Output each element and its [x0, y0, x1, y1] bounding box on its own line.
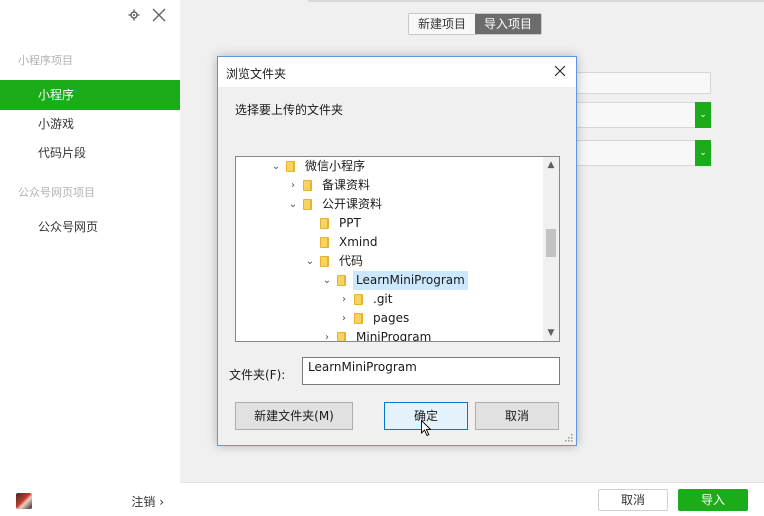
- tree-item[interactable]: ⌄ 微信小程序: [270, 157, 368, 176]
- tree-item[interactable]: › pages: [338, 309, 412, 328]
- close-icon[interactable]: [554, 65, 566, 77]
- folder-icon: [354, 294, 363, 305]
- folder-icon: [286, 161, 295, 172]
- tab-new-project[interactable]: 新建项目: [409, 14, 476, 34]
- chevron-right-icon[interactable]: ›: [338, 309, 350, 328]
- browse-folder-dialog: 浏览文件夹 选择要上传的文件夹 ⌄ 微信小程序 › 备课资料 ⌄ 公开课资料 PPT …: [217, 56, 577, 446]
- folder-tree[interactable]: ⌄ 微信小程序 › 备课资料 ⌄ 公开课资料 PPT Xmind ⌄ 代码 ⌄ Learn…: [235, 156, 560, 342]
- sidebar-item-minigame[interactable]: 小游戏: [0, 109, 180, 139]
- tree-item[interactable]: ⌄ 代码: [304, 252, 366, 271]
- scroll-down-arrow-icon[interactable]: ▼: [543, 325, 559, 341]
- sidebar-item-miniprogram[interactable]: 小程序: [0, 80, 180, 110]
- scroll-up-arrow-icon[interactable]: ▲: [543, 157, 559, 173]
- dialog-titlebar: 浏览文件夹: [218, 57, 576, 87]
- folder-name-field[interactable]: LearnMiniProgram: [302, 357, 560, 385]
- dialog-title: 浏览文件夹: [226, 67, 287, 81]
- new-folder-button[interactable]: 新建文件夹(M): [235, 402, 353, 430]
- sidebar-toolbar: [128, 8, 166, 22]
- folder-field-label: 文件夹(F):: [229, 368, 286, 382]
- chevron-down-icon[interactable]: ⌄: [270, 157, 282, 176]
- dialog-prompt: 选择要上传的文件夹: [235, 103, 344, 117]
- chevron-down-icon[interactable]: ⌄: [695, 102, 711, 128]
- appid-select[interactable]: ⌄: [576, 102, 711, 128]
- mouse-cursor-icon: [421, 420, 431, 436]
- chevron-down-icon[interactable]: ⌄: [287, 195, 299, 214]
- import-button[interactable]: 导入: [678, 489, 748, 511]
- chevron-right-icon[interactable]: ›: [338, 290, 350, 309]
- top-divider: [308, 0, 764, 2]
- section-title-official-account: 公众号网页项目: [18, 186, 95, 199]
- gear-icon[interactable]: [128, 9, 140, 21]
- section-title-miniprogram: 小程序项目: [18, 54, 73, 67]
- chevron-down-icon[interactable]: ⌄: [695, 140, 711, 166]
- backend-select[interactable]: ⌄: [576, 140, 711, 166]
- folder-icon: [354, 313, 363, 324]
- tab-import-project[interactable]: 导入项目: [475, 14, 542, 34]
- close-icon[interactable]: [152, 8, 166, 22]
- folder-icon: [320, 237, 329, 248]
- tree-item-selected[interactable]: ⌄ LearnMiniProgram: [321, 271, 468, 290]
- sidebar-footer: 注销 ›: [0, 486, 180, 516]
- chevron-right-icon[interactable]: ›: [287, 176, 299, 195]
- dialog-cancel-button[interactable]: 取消: [475, 402, 559, 430]
- sidebar-item-code-snippet[interactable]: 代码片段: [0, 138, 180, 168]
- scrollbar-thumb[interactable]: [546, 229, 556, 257]
- folder-icon: [320, 256, 329, 267]
- tree-scrollbar[interactable]: ▲ ▼: [543, 157, 559, 341]
- cancel-button[interactable]: 取消: [598, 489, 668, 511]
- folder-icon: [337, 275, 346, 286]
- folder-icon: [320, 218, 329, 229]
- tree-item[interactable]: PPT: [304, 214, 364, 233]
- tree-item[interactable]: › .git: [338, 290, 395, 309]
- avatar[interactable]: [16, 493, 32, 509]
- logout-button[interactable]: 注销 ›: [131, 493, 164, 510]
- bottom-action-bar: 取消 导入: [180, 482, 764, 516]
- folder-icon: [303, 180, 312, 191]
- tree-item[interactable]: › MiniProgram: [321, 328, 434, 341]
- folder-icon: [303, 199, 312, 210]
- sidebar-item-official-account-web[interactable]: 公众号网页: [0, 212, 180, 242]
- project-dir-input[interactable]: [576, 72, 711, 94]
- resize-grip-icon[interactable]: [565, 434, 573, 442]
- folder-icon: [337, 332, 346, 341]
- tree-item[interactable]: › 备课资料: [287, 176, 373, 195]
- project-tabs: 新建项目 导入项目: [408, 13, 543, 35]
- sidebar: 小程序项目 小程序 小游戏 代码片段 公众号网页项目 公众号网页 注销 ›: [0, 0, 180, 516]
- chevron-right-icon[interactable]: ›: [321, 328, 333, 341]
- chevron-down-icon[interactable]: ⌄: [304, 252, 316, 271]
- chevron-down-icon[interactable]: ⌄: [321, 271, 333, 290]
- tree-item[interactable]: Xmind: [304, 233, 380, 252]
- tree-item[interactable]: ⌄ 公开课资料: [287, 195, 385, 214]
